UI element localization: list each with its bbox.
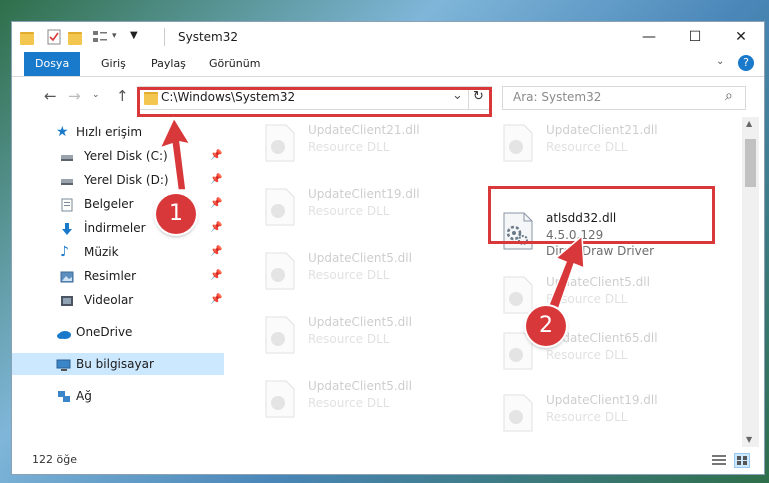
annotation-badge-1: 1 <box>156 194 196 234</box>
arrow-2 <box>545 234 585 317</box>
arrow-1 <box>158 116 192 191</box>
annotation-arrows <box>158 116 585 317</box>
annotation-badge-2: 2 <box>526 306 566 346</box>
